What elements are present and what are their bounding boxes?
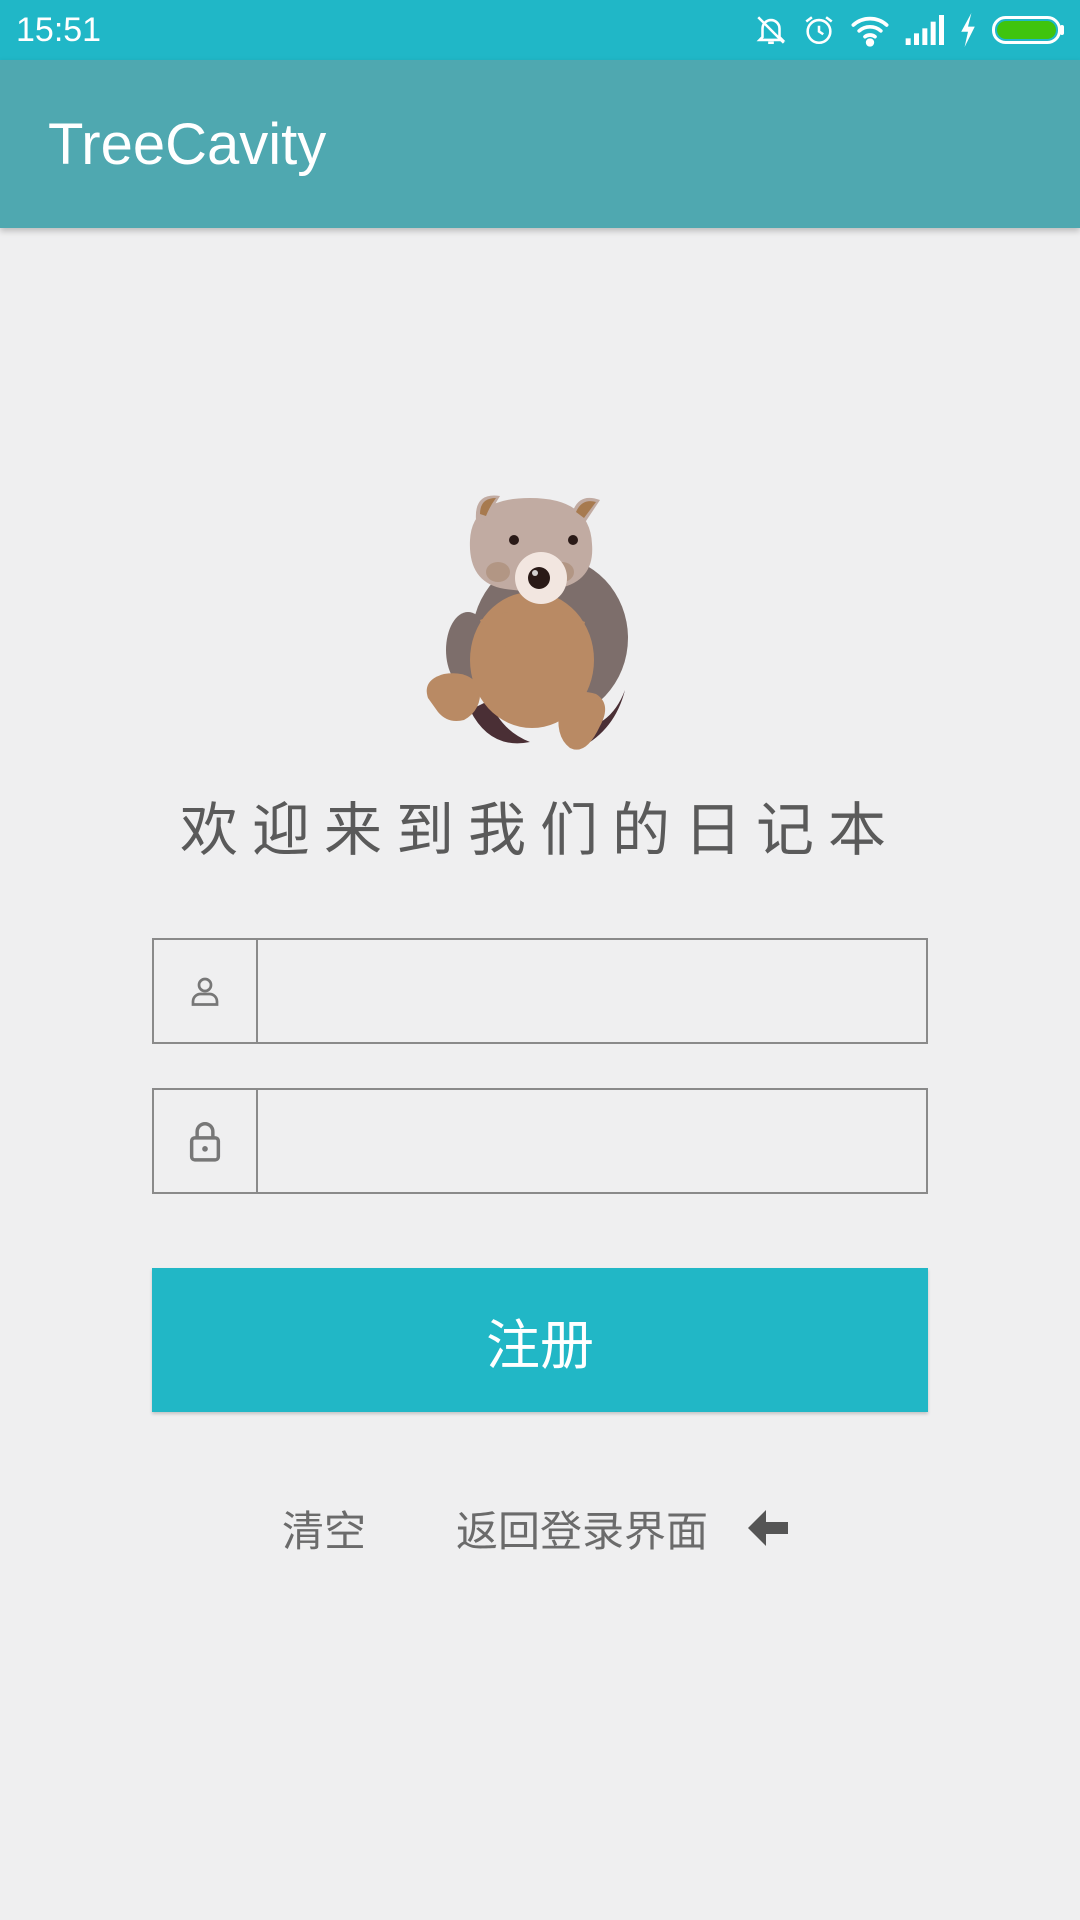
username-field: [152, 938, 928, 1044]
alarm-icon: [802, 13, 836, 47]
person-icon: [154, 940, 258, 1042]
back-to-login-link[interactable]: 返回登录界面: [456, 1504, 708, 1560]
signal-icon: [904, 15, 944, 45]
status-time: 15:51: [16, 11, 102, 49]
app-title: TreeCavity: [48, 112, 327, 177]
register-button[interactable]: 注册: [152, 1268, 928, 1412]
password-input[interactable]: [258, 1090, 926, 1192]
welcome-title: 欢迎来到我们的日记本: [179, 796, 900, 864]
lock-icon: [154, 1090, 258, 1192]
wifi-icon: [850, 13, 890, 47]
battery-icon: [992, 14, 1066, 46]
arrow-left-icon[interactable]: [744, 1504, 792, 1552]
status-bar: 15:51: [0, 0, 1080, 60]
clear-link[interactable]: 清空: [282, 1504, 366, 1560]
charging-icon: [958, 13, 978, 47]
password-field: [152, 1088, 928, 1194]
username-input[interactable]: [258, 940, 926, 1042]
status-icons: [754, 10, 1066, 50]
app-bar: TreeCavity: [0, 60, 1080, 228]
bear-mascot-image: [420, 480, 660, 780]
bell-off-icon: [754, 13, 788, 47]
